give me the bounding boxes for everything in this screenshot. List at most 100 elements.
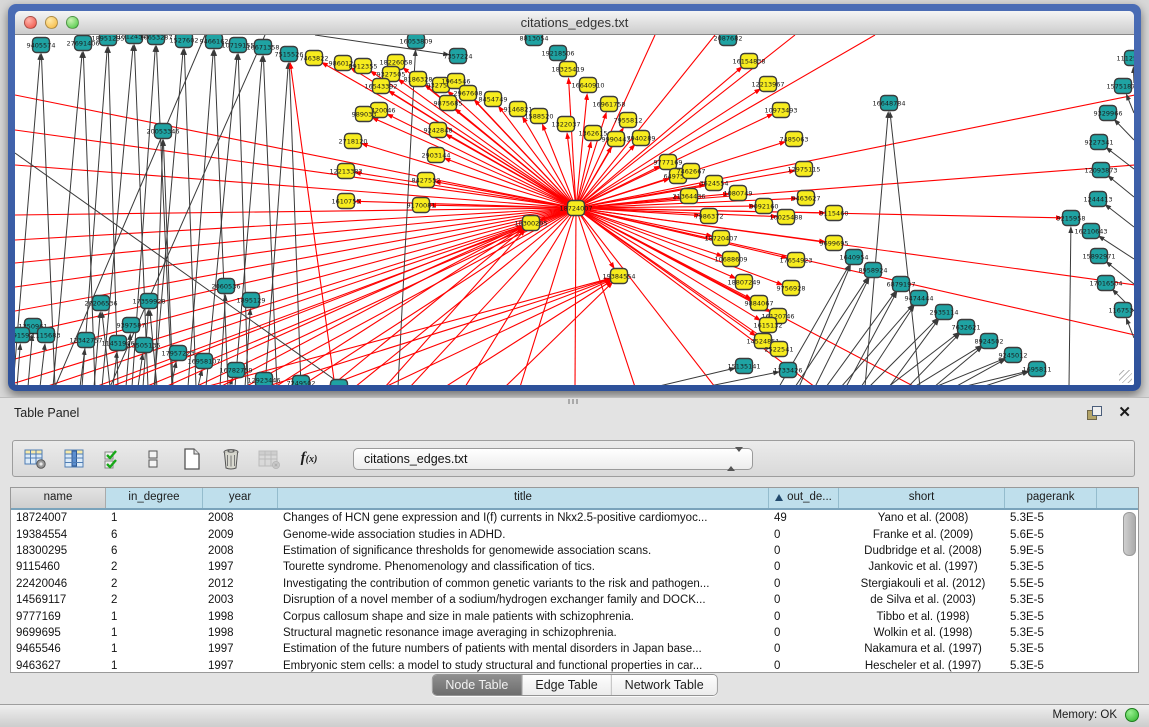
red-edge[interactable] bbox=[520, 208, 576, 385]
red-edge[interactable] bbox=[447, 135, 576, 208]
table-settings-button[interactable] bbox=[23, 446, 49, 472]
black-edge[interactable] bbox=[113, 353, 117, 385]
merge-rows-button[interactable] bbox=[140, 446, 166, 472]
black-edge[interactable] bbox=[865, 113, 888, 385]
black-edge[interactable] bbox=[17, 345, 20, 385]
table-cell-out_de: 0 bbox=[769, 545, 839, 557]
table-row[interactable]: 1872400712008Changes of HCN gene express… bbox=[11, 510, 1138, 526]
table-cell-name: 9463627 bbox=[11, 660, 106, 672]
red-edge[interactable] bbox=[15, 130, 576, 208]
black-edge[interactable] bbox=[1127, 319, 1134, 338]
black-edge[interactable] bbox=[214, 51, 228, 385]
black-edge[interactable] bbox=[1109, 176, 1134, 197]
column-header-pagerank[interactable]: pagerank bbox=[1005, 488, 1097, 508]
node-label: 9397587 bbox=[117, 322, 146, 330]
scrollbar-thumb[interactable] bbox=[1123, 512, 1136, 556]
table-cell-year: 2009 bbox=[203, 529, 278, 541]
function-builder-button[interactable]: f(x) bbox=[296, 446, 322, 472]
table-cell-short: Stergiakouli et al. (2012) bbox=[839, 578, 1005, 590]
splitpane-grip[interactable] bbox=[568, 399, 578, 404]
new-table-button[interactable] bbox=[179, 446, 205, 472]
red-edge[interactable] bbox=[445, 281, 611, 385]
node-label: 12975115 bbox=[787, 166, 820, 174]
node-label: 2087682 bbox=[714, 35, 743, 43]
table-selector-dropdown[interactable]: citations_edges.txt bbox=[353, 448, 753, 470]
column-header-year[interactable]: year bbox=[203, 488, 278, 508]
black-edge[interactable] bbox=[1133, 68, 1134, 83]
table-cell-pagerank: 5.5E-5 bbox=[1005, 578, 1097, 590]
red-edge[interactable] bbox=[505, 283, 612, 385]
node-label: 18226058 bbox=[379, 59, 412, 67]
red-edge[interactable] bbox=[385, 280, 610, 385]
network-canvas[interactable]: 1872400713220371832541913626151664091016… bbox=[15, 35, 1134, 385]
close-panel-icon[interactable]: ✕ bbox=[1118, 403, 1131, 421]
red-edge[interactable] bbox=[576, 208, 815, 385]
delete-table-button[interactable] bbox=[218, 446, 244, 472]
black-edge[interactable] bbox=[914, 346, 980, 385]
column-header-name[interactable]: name bbox=[11, 488, 106, 508]
node-label: 8924502 bbox=[975, 338, 1004, 346]
table-cell-title: Corpus callosum shape and size in male p… bbox=[278, 611, 769, 623]
black-edge[interactable] bbox=[655, 368, 734, 385]
select-columns-button[interactable] bbox=[101, 446, 127, 472]
table-columns-button[interactable] bbox=[62, 446, 88, 472]
red-edge[interactable] bbox=[576, 35, 715, 208]
column-header-in_degree[interactable]: in_degree bbox=[106, 488, 203, 508]
table-row[interactable]: 1938455462009Genome-wide association stu… bbox=[11, 526, 1138, 542]
table-row[interactable]: 911546021997Tourette syndrome. Phenomeno… bbox=[11, 559, 1138, 575]
black-edge[interactable] bbox=[1069, 228, 1071, 385]
node-label: 9245012 bbox=[999, 352, 1028, 360]
red-edge[interactable] bbox=[410, 208, 576, 385]
black-edge[interactable] bbox=[1106, 205, 1134, 227]
table-scrollbar[interactable] bbox=[1123, 512, 1135, 670]
table-cell-short: Yano et al. (2008) bbox=[839, 512, 1005, 524]
red-edge[interactable] bbox=[330, 229, 523, 385]
black-edge[interactable] bbox=[263, 57, 277, 385]
tab-network-table[interactable]: Network Table bbox=[612, 675, 717, 695]
red-edge[interactable] bbox=[569, 79, 576, 208]
table-row[interactable]: 977716911998Corpus callosum shape and si… bbox=[11, 608, 1138, 624]
table-row[interactable]: 969969511998Structural magnetic resonanc… bbox=[11, 625, 1138, 641]
table-row[interactable]: 2242004622012Investigating the contribut… bbox=[11, 576, 1138, 592]
tab-node-table[interactable]: Node Table bbox=[432, 675, 522, 695]
window-titlebar[interactable]: citations_edges.txt bbox=[15, 11, 1134, 35]
memory-status-icon[interactable] bbox=[1125, 708, 1139, 722]
black-edge[interactable] bbox=[908, 334, 959, 385]
red-edge[interactable] bbox=[205, 279, 609, 385]
table-settings-icon bbox=[24, 448, 48, 470]
red-edge[interactable] bbox=[576, 95, 1134, 208]
tab-edge-table[interactable]: Edge Table bbox=[522, 675, 611, 695]
table-row[interactable]: 946362711997Embryonic stem cells: a mode… bbox=[11, 658, 1138, 673]
float-panel-icon[interactable] bbox=[1087, 406, 1103, 420]
column-header-out_de[interactable]: out_de... bbox=[769, 488, 839, 508]
black-edge[interactable] bbox=[108, 48, 118, 385]
black-edge[interactable] bbox=[1115, 120, 1134, 140]
red-edge[interactable] bbox=[388, 114, 576, 208]
red-edge[interactable] bbox=[15, 208, 576, 215]
window-resize-grip[interactable] bbox=[1119, 370, 1132, 383]
red-edge[interactable] bbox=[576, 165, 1134, 208]
fx-icon: f(x) bbox=[301, 450, 318, 467]
table-row[interactable]: 1456911722003Disruption of a novel membe… bbox=[11, 592, 1138, 608]
node-label: 12213383 bbox=[329, 168, 362, 176]
black-edge[interactable] bbox=[94, 313, 100, 385]
black-edge[interactable] bbox=[184, 50, 196, 385]
column-header-title[interactable]: title bbox=[278, 488, 769, 508]
import-table-button[interactable] bbox=[257, 446, 283, 472]
red-edge[interactable] bbox=[445, 159, 576, 208]
table-cell-pagerank: 5.6E-5 bbox=[1005, 529, 1097, 541]
table-row[interactable]: 1830029562008Estimation of significance … bbox=[11, 543, 1138, 559]
black-edge[interactable] bbox=[890, 113, 920, 385]
column-header-short[interactable]: short bbox=[839, 488, 1005, 508]
black-edge[interactable] bbox=[815, 279, 869, 385]
black-edge[interactable] bbox=[982, 372, 1027, 385]
table-row[interactable]: 946554611997Estimation of the future num… bbox=[11, 641, 1138, 657]
black-edge[interactable] bbox=[134, 46, 148, 385]
black-edge[interactable] bbox=[40, 345, 45, 385]
black-edge[interactable] bbox=[198, 371, 202, 385]
black-edge[interactable] bbox=[935, 359, 1004, 385]
table-cell-name: 19384554 bbox=[11, 529, 106, 541]
red-edge[interactable] bbox=[576, 208, 614, 268]
red-edge[interactable] bbox=[15, 165, 576, 208]
black-edge[interactable] bbox=[1127, 95, 1134, 113]
